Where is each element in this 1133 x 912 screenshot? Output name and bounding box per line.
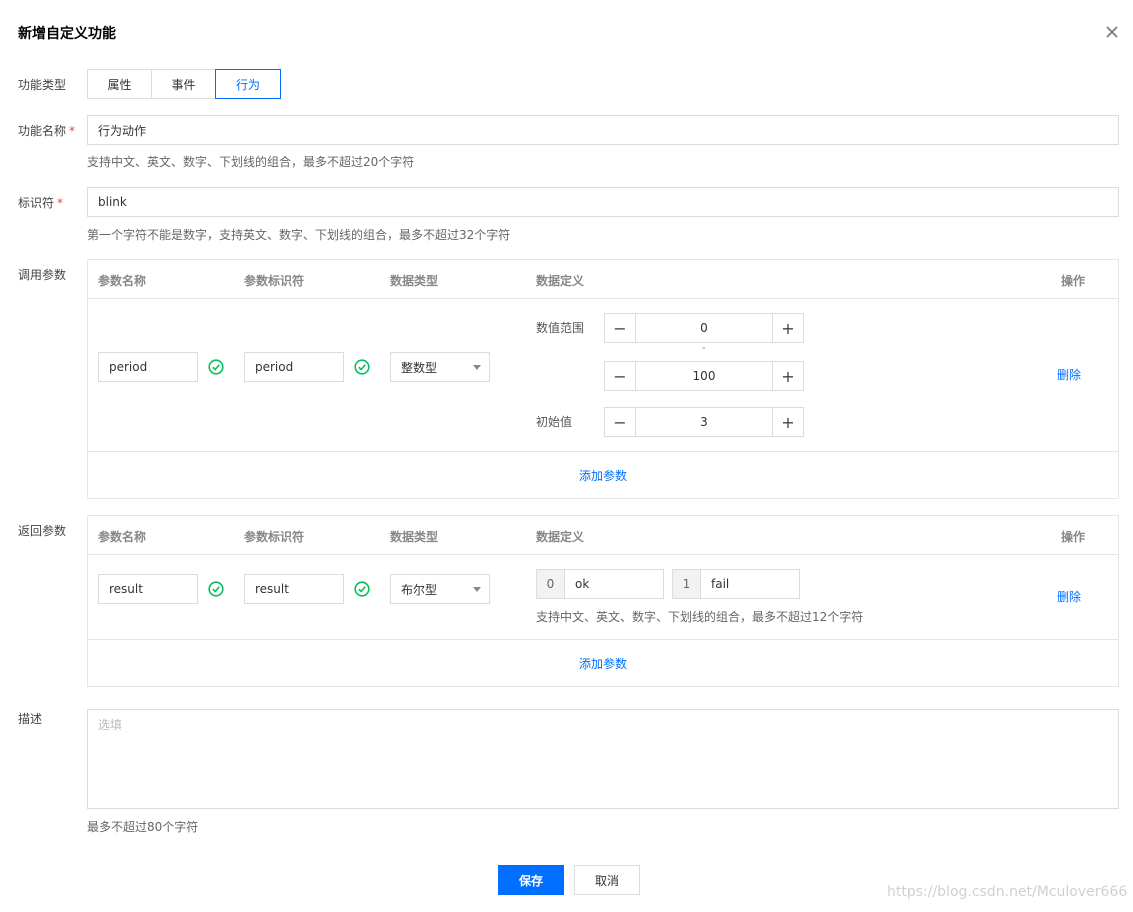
th-data-definition: 数据定义: [536, 274, 585, 288]
description-textarea[interactable]: 选填: [87, 709, 1119, 809]
add-param-link[interactable]: 添加参数: [579, 655, 627, 672]
type-option-property[interactable]: 属性: [87, 69, 152, 99]
return-params-label: 返回参数: [18, 524, 67, 538]
th-action: 操作: [1061, 274, 1086, 288]
watermark: https://blog.csdn.net/Mculover666: [887, 884, 1128, 900]
th-data-definition: 数据定义: [536, 530, 585, 544]
th-param-identifier: 参数标识符: [244, 530, 305, 544]
init-value[interactable]: 3: [635, 408, 773, 436]
chevron-down-icon: [473, 587, 481, 592]
range-max-value[interactable]: 100: [635, 362, 773, 390]
init-stepper: − 3 +: [604, 407, 804, 437]
plus-button[interactable]: +: [773, 408, 803, 436]
cancel-button[interactable]: 取消: [574, 865, 640, 895]
name-input[interactable]: 行为动作: [87, 115, 1119, 145]
th-param-name: 参数名称: [98, 530, 147, 544]
plus-button[interactable]: +: [773, 362, 803, 390]
bool-true-field[interactable]: 1 fail: [672, 569, 800, 599]
init-label: 初始值: [536, 415, 573, 429]
bool-false-field[interactable]: 0 ok: [536, 569, 664, 599]
data-type-select[interactable]: 整数型: [390, 352, 490, 382]
chevron-down-icon: [473, 365, 481, 370]
table-header: 参数名称 参数标识符 数据类型 数据定义 操作: [88, 260, 1118, 299]
type-option-event[interactable]: 事件: [151, 69, 216, 99]
bool-false-value[interactable]: ok: [565, 570, 663, 598]
identifier-hint: 第一个字符不能是数字，支持英文、数字、下划线的组合，最多不超过32个字符: [87, 228, 511, 242]
name-label: 功能名称 *: [18, 124, 76, 138]
required-mark: *: [57, 196, 64, 210]
minus-button[interactable]: −: [605, 362, 635, 390]
minus-button[interactable]: −: [605, 408, 635, 436]
dialog-title: 新增自定义功能: [18, 26, 116, 42]
return-params-table: 参数名称 参数标识符 数据类型 数据定义 操作 result result 布尔…: [87, 515, 1119, 687]
required-mark: *: [69, 124, 76, 138]
data-type-select[interactable]: 布尔型: [390, 574, 490, 604]
add-row: 添加参数: [88, 640, 1118, 686]
call-params-label: 调用参数: [18, 268, 67, 282]
range-min-stepper: − 0 +: [604, 313, 804, 343]
th-data-type: 数据类型: [390, 530, 439, 544]
description-hint: 最多不超过80个字符: [87, 820, 199, 834]
identifier-input[interactable]: blink: [87, 187, 1119, 217]
description-label: 描述: [18, 712, 43, 726]
type-label: 功能类型: [18, 78, 67, 92]
param-identifier-input[interactable]: period: [244, 352, 344, 382]
param-name-input[interactable]: result: [98, 574, 198, 604]
name-hint: 支持中文、英文、数字、下划线的组合，最多不超过20个字符: [87, 155, 415, 169]
bool-true-key: 1: [673, 570, 701, 598]
type-option-action[interactable]: 行为: [215, 69, 281, 99]
data-type-value: 整数型: [401, 360, 438, 375]
bool-true-value[interactable]: fail: [701, 570, 799, 598]
th-data-type: 数据类型: [390, 274, 439, 288]
call-params-table: 参数名称 参数标识符 数据类型 数据定义 操作 period period 整数…: [87, 259, 1119, 499]
th-action: 操作: [1061, 530, 1086, 544]
range-max-stepper: − 100 +: [604, 361, 804, 391]
add-param-link[interactable]: 添加参数: [579, 467, 627, 484]
param-name-input[interactable]: period: [98, 352, 198, 382]
th-param-name: 参数名称: [98, 274, 147, 288]
range-label: 数值范围: [536, 321, 585, 335]
data-type-value: 布尔型: [401, 582, 438, 597]
check-circle-icon: [208, 581, 224, 597]
delete-link[interactable]: 删除: [1057, 366, 1081, 383]
type-segmented: 属性 事件 行为: [87, 69, 281, 99]
table-header: 参数名称 参数标识符 数据类型 数据定义 操作: [88, 516, 1118, 555]
table-row: result result 布尔型 0 ok 1 fail 支持中文、英文、数字…: [88, 555, 1118, 640]
close-icon[interactable]: [1104, 24, 1120, 40]
range-separator: -: [702, 343, 706, 354]
table-row: period period 整数型 数值范围 − 0 + - − 100 + 初…: [88, 299, 1118, 452]
check-circle-icon: [354, 359, 370, 375]
plus-button[interactable]: +: [773, 314, 803, 342]
minus-button[interactable]: −: [605, 314, 635, 342]
save-button[interactable]: 保存: [498, 865, 564, 895]
delete-link[interactable]: 删除: [1057, 588, 1081, 605]
bool-hint: 支持中文、英文、数字、下划线的组合，最多不超过12个字符: [536, 610, 864, 624]
bool-false-key: 0: [537, 570, 565, 598]
identifier-label: 标识符 *: [18, 196, 64, 210]
range-min-value[interactable]: 0: [635, 314, 773, 342]
param-identifier-input[interactable]: result: [244, 574, 344, 604]
check-circle-icon: [208, 359, 224, 375]
th-param-identifier: 参数标识符: [244, 274, 305, 288]
check-circle-icon: [354, 581, 370, 597]
add-row: 添加参数: [88, 452, 1118, 498]
